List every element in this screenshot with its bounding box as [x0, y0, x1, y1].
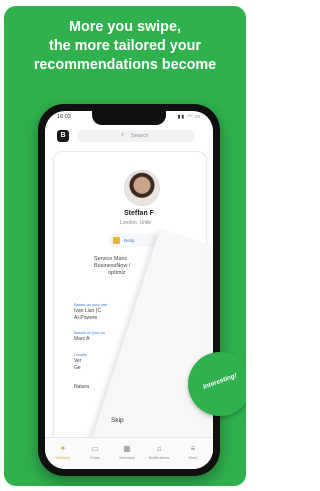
- tab-label: Chats: [90, 456, 100, 460]
- section-label-location: Locatio: [74, 352, 87, 357]
- phone-notch: [92, 111, 166, 125]
- phone-mockup: 16:03 ▮▮ ◠ ▭ B ⌕ Search Steffan F London…: [38, 104, 246, 476]
- section-label-interests: Based on your inte: [74, 302, 108, 307]
- app-logo[interactable]: B: [57, 130, 69, 142]
- badge-label: Interesting!: [202, 372, 238, 391]
- calendar-icon: ▦: [123, 444, 131, 453]
- status-time: 16:03: [57, 114, 71, 120]
- section-label-experience: Based on your ex: [74, 330, 106, 335]
- tab-notifications[interactable]: ♫ Notifications: [145, 444, 173, 460]
- tab-label: More: [188, 456, 198, 460]
- headline-line-3: recommendations become: [33, 57, 217, 73]
- bell-icon: ♫: [156, 444, 162, 453]
- status-icons: ▮▮ ◠ ▭: [177, 114, 201, 120]
- profile-location: London, Unite: [120, 220, 152, 226]
- chat-icon: ▭: [91, 444, 99, 453]
- avatar: [124, 170, 160, 206]
- headline-line-1: More you swipe,: [69, 19, 181, 35]
- tab-bar: ✦ Network ▭ Chats ▦ Schedule ♫ Notificat…: [45, 437, 213, 469]
- tab-more[interactable]: ≡ More: [179, 444, 207, 460]
- tab-label: Network: [56, 456, 70, 460]
- skip-button[interactable]: Skip: [111, 417, 124, 424]
- headline-line-2: the more tailored your: [49, 38, 201, 54]
- promo-card: More you swipe, the more tailored your r…: [4, 6, 246, 486]
- interesting-badge[interactable]: Interesting!: [188, 352, 246, 416]
- search-bar[interactable]: ⌕ Search: [77, 130, 195, 142]
- response-chip: Resp: [109, 234, 157, 247]
- chip-label: Resp: [124, 238, 135, 243]
- tab-schedule[interactable]: ▦ Schedule: [113, 444, 141, 460]
- top-bar: B ⌕ Search: [45, 127, 213, 147]
- promo-headline: More you swipe, the more tailored your r…: [4, 18, 246, 75]
- chip-icon: [113, 237, 120, 244]
- menu-icon: ≡: [190, 444, 196, 453]
- tab-chats[interactable]: ▭ Chats: [81, 444, 109, 460]
- section-text-interests: Ivan Lian (C AI-Powere: [74, 308, 134, 321]
- search-placeholder: Search: [131, 133, 149, 139]
- profile-name: Steffan F: [124, 210, 154, 217]
- tab-label: Schedule: [119, 456, 135, 460]
- network-icon: ✦: [59, 444, 67, 453]
- phone-screen: 16:03 ▮▮ ◠ ▭ B ⌕ Search Steffan F London…: [45, 111, 213, 469]
- tab-network[interactable]: ✦ Network: [49, 444, 77, 460]
- tab-label: Notifications: [148, 456, 170, 460]
- section-line: AI-Powere: [74, 314, 98, 321]
- search-icon: ⌕: [121, 132, 125, 138]
